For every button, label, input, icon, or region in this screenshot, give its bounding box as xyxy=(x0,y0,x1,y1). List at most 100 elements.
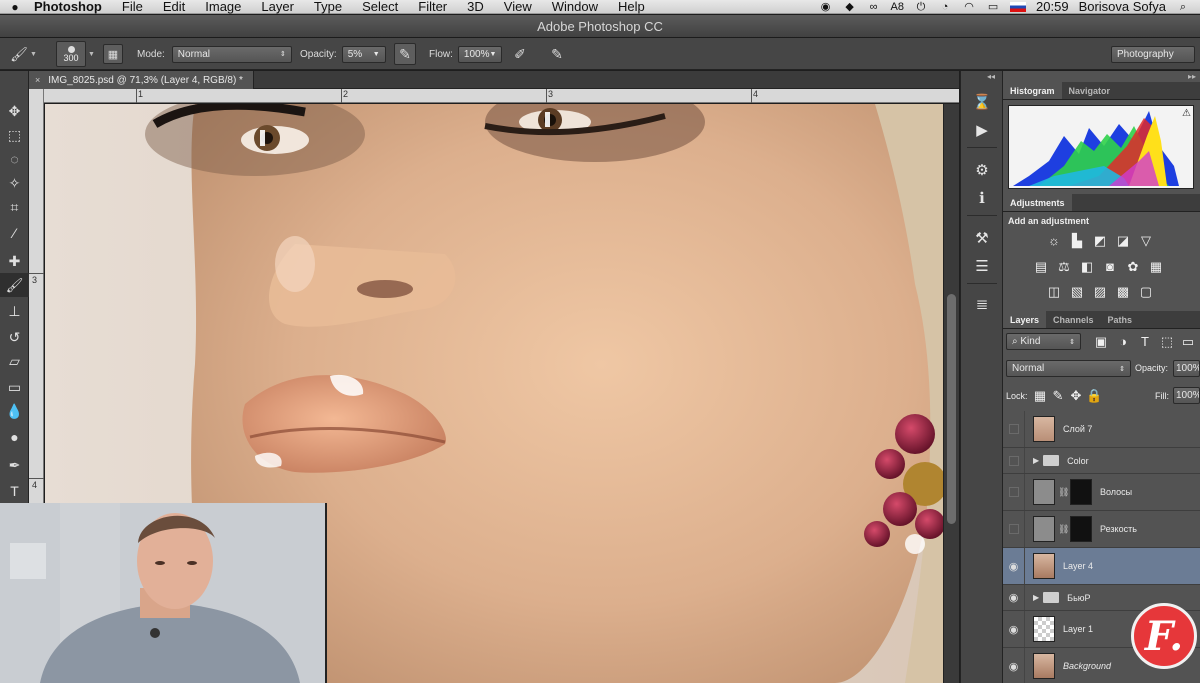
layer-visibility-toggle[interactable] xyxy=(1003,411,1025,447)
canvas-vertical-scrollbar[interactable] xyxy=(943,104,959,683)
layer-visibility-toggle[interactable] xyxy=(1003,448,1025,473)
menu-type[interactable]: Type xyxy=(304,0,352,14)
status-cloud-icon[interactable]: ∞ xyxy=(867,1,881,13)
crop-tool[interactable]: ⌗ xyxy=(0,195,29,219)
layer-row[interactable]: Слой 7 xyxy=(1003,411,1200,448)
layer-opacity-field[interactable]: 100% xyxy=(1173,360,1200,377)
menubar-user[interactable]: Borisova Sofya xyxy=(1079,0,1166,14)
opacity-field[interactable]: 5% ▼ xyxy=(341,45,386,63)
tab-navigator[interactable]: Navigator xyxy=(1062,82,1118,99)
type-tool[interactable]: T xyxy=(0,479,29,503)
blend-mode-dropdown[interactable]: Normal ⇕ xyxy=(1006,360,1131,377)
channel-mixer-icon[interactable]: ✿ xyxy=(1125,260,1141,274)
tab-layers[interactable]: Layers xyxy=(1003,311,1047,328)
pen-tool[interactable]: ✒ xyxy=(0,453,29,477)
marquee-tool[interactable]: ⬚ xyxy=(0,123,29,147)
lock-image-icon[interactable]: ✎ xyxy=(1050,389,1066,403)
info-panel-button[interactable]: ℹ xyxy=(969,186,995,210)
levels-icon[interactable]: ▙ xyxy=(1069,234,1085,248)
tab-histogram[interactable]: Histogram xyxy=(1003,82,1062,99)
history-panel-button[interactable]: ⌛ xyxy=(969,90,995,114)
wifi-icon[interactable]: ◠ xyxy=(962,1,976,13)
workspace-dropdown[interactable]: Photography xyxy=(1111,45,1195,63)
status-ai-badge[interactable]: A8 xyxy=(891,1,904,13)
filter-smart-object-icon[interactable]: ▭ xyxy=(1180,335,1196,349)
color-balance-icon[interactable]: ⚖ xyxy=(1056,260,1072,274)
flow-field[interactable]: 100% ▼ xyxy=(457,45,502,63)
expand-triangle-icon[interactable]: ▶ xyxy=(1033,593,1039,602)
menu-layer[interactable]: Layer xyxy=(251,0,304,14)
blur-tool[interactable]: 💧 xyxy=(0,399,29,423)
mode-dropdown[interactable]: Normal ⇕ xyxy=(171,45,292,63)
move-tool[interactable]: ✥ xyxy=(0,99,29,123)
collapse-dock-icon[interactable]: ◂◂ xyxy=(987,72,995,81)
clone-stamp-tool[interactable]: ⊥ xyxy=(0,299,29,323)
lock-all-icon[interactable]: 🔒 xyxy=(1086,389,1102,403)
menu-edit[interactable]: Edit xyxy=(153,0,195,14)
healing-brush-tool[interactable]: ✚ xyxy=(0,249,29,273)
layer-visibility-toggle[interactable]: ◉ xyxy=(1003,648,1025,683)
brightness-contrast-icon[interactable]: ☼ xyxy=(1046,234,1062,248)
history-brush-tool[interactable]: ↺ xyxy=(0,325,29,349)
pressure-size-toggle[interactable]: ✎ xyxy=(546,38,568,70)
layer-visibility-toggle[interactable] xyxy=(1003,511,1025,547)
exposure-icon[interactable]: ◪ xyxy=(1115,234,1131,248)
posterize-icon[interactable]: ▧ xyxy=(1069,285,1085,299)
status-app-icon[interactable]: ◆ xyxy=(843,1,857,13)
apple-menu-icon[interactable]: ● xyxy=(0,0,30,14)
menu-window[interactable]: Window xyxy=(542,0,608,14)
menu-file[interactable]: File xyxy=(112,0,153,14)
close-icon[interactable]: × xyxy=(35,75,40,85)
menu-filter[interactable]: Filter xyxy=(408,0,457,14)
collapse-panels-icon[interactable]: ▸▸ xyxy=(1188,72,1196,81)
battery-icon[interactable]: ▭ xyxy=(986,1,1000,13)
curves-icon[interactable]: ◩ xyxy=(1092,234,1108,248)
input-language-flag-icon[interactable] xyxy=(1010,1,1027,12)
layer-row-selected[interactable]: ◉ Layer 4 xyxy=(1003,548,1200,585)
menu-image[interactable]: Image xyxy=(195,0,251,14)
filter-pixel-icon[interactable]: ▣ xyxy=(1093,335,1109,349)
brush-size-picker[interactable]: 300 ▼ xyxy=(56,38,95,70)
spotlight-search-icon[interactable]: ⌕ xyxy=(1176,1,1190,13)
gradient-map-icon[interactable]: ▩ xyxy=(1115,285,1131,299)
layer-row[interactable]: ⛓ Резкость xyxy=(1003,511,1200,548)
menu-select[interactable]: Select xyxy=(352,0,408,14)
layer-filter-dropdown[interactable]: ⌕ Kind ⇕ xyxy=(1006,333,1081,350)
tool-presets-button[interactable]: ⚒ xyxy=(969,226,995,250)
filter-shape-icon[interactable]: ⬚ xyxy=(1159,335,1175,349)
status-camera-icon[interactable]: ◉ xyxy=(819,1,833,13)
app-menu[interactable]: Photoshop xyxy=(30,0,112,14)
scrollbar-thumb[interactable] xyxy=(947,294,956,524)
warning-icon[interactable]: ⚠ xyxy=(1182,108,1191,119)
layer-comps-button[interactable]: ≣ xyxy=(969,292,995,316)
workspace-switcher[interactable]: Photography xyxy=(1111,38,1195,70)
tab-adjustments[interactable]: Adjustments xyxy=(1003,194,1072,211)
lock-transparent-icon[interactable]: ▦ xyxy=(1032,389,1048,403)
hue-saturation-icon[interactable]: ▤ xyxy=(1033,260,1049,274)
pressure-opacity-toggle[interactable]: ✎ xyxy=(394,38,416,70)
layer-visibility-toggle[interactable]: ◉ xyxy=(1003,611,1025,647)
menubar-clock[interactable]: 20:59 xyxy=(1036,0,1069,14)
lock-position-icon[interactable]: ✥ xyxy=(1068,389,1084,403)
expand-triangle-icon[interactable]: ▶ xyxy=(1033,456,1039,465)
menu-3d[interactable]: 3D xyxy=(457,0,494,14)
brush-panel-toggle[interactable]: ▦ xyxy=(103,38,123,70)
lasso-tool[interactable]: ◌ xyxy=(0,147,29,171)
filter-adjustment-icon[interactable]: ◑ xyxy=(1115,335,1131,349)
quick-select-tool[interactable]: ✧ xyxy=(0,171,29,195)
fill-field[interactable]: 100% xyxy=(1173,387,1200,404)
tab-channels[interactable]: Channels xyxy=(1046,311,1101,328)
properties-panel-button[interactable]: ⚙ xyxy=(969,158,995,182)
layer-visibility-toggle[interactable]: ◉ xyxy=(1003,585,1025,610)
eyedropper-tool[interactable]: ⁄ xyxy=(0,221,29,245)
brush-tool[interactable]: 🖌 xyxy=(0,273,29,297)
airbrush-toggle[interactable]: ✐ xyxy=(509,38,531,70)
layer-group-row[interactable]: ▶ Color xyxy=(1003,448,1200,474)
photo-filter-icon[interactable]: ◙ xyxy=(1102,260,1118,274)
brush-presets-button[interactable]: ☰ xyxy=(969,254,995,278)
color-lookup-icon[interactable]: ▦ xyxy=(1148,260,1164,274)
tool-preset-picker[interactable]: 🖌 ▼ xyxy=(8,38,37,70)
selective-color-icon[interactable]: ▢ xyxy=(1138,285,1154,299)
layer-visibility-toggle[interactable] xyxy=(1003,474,1025,510)
layer-row[interactable]: ⛓ Волосы xyxy=(1003,474,1200,511)
